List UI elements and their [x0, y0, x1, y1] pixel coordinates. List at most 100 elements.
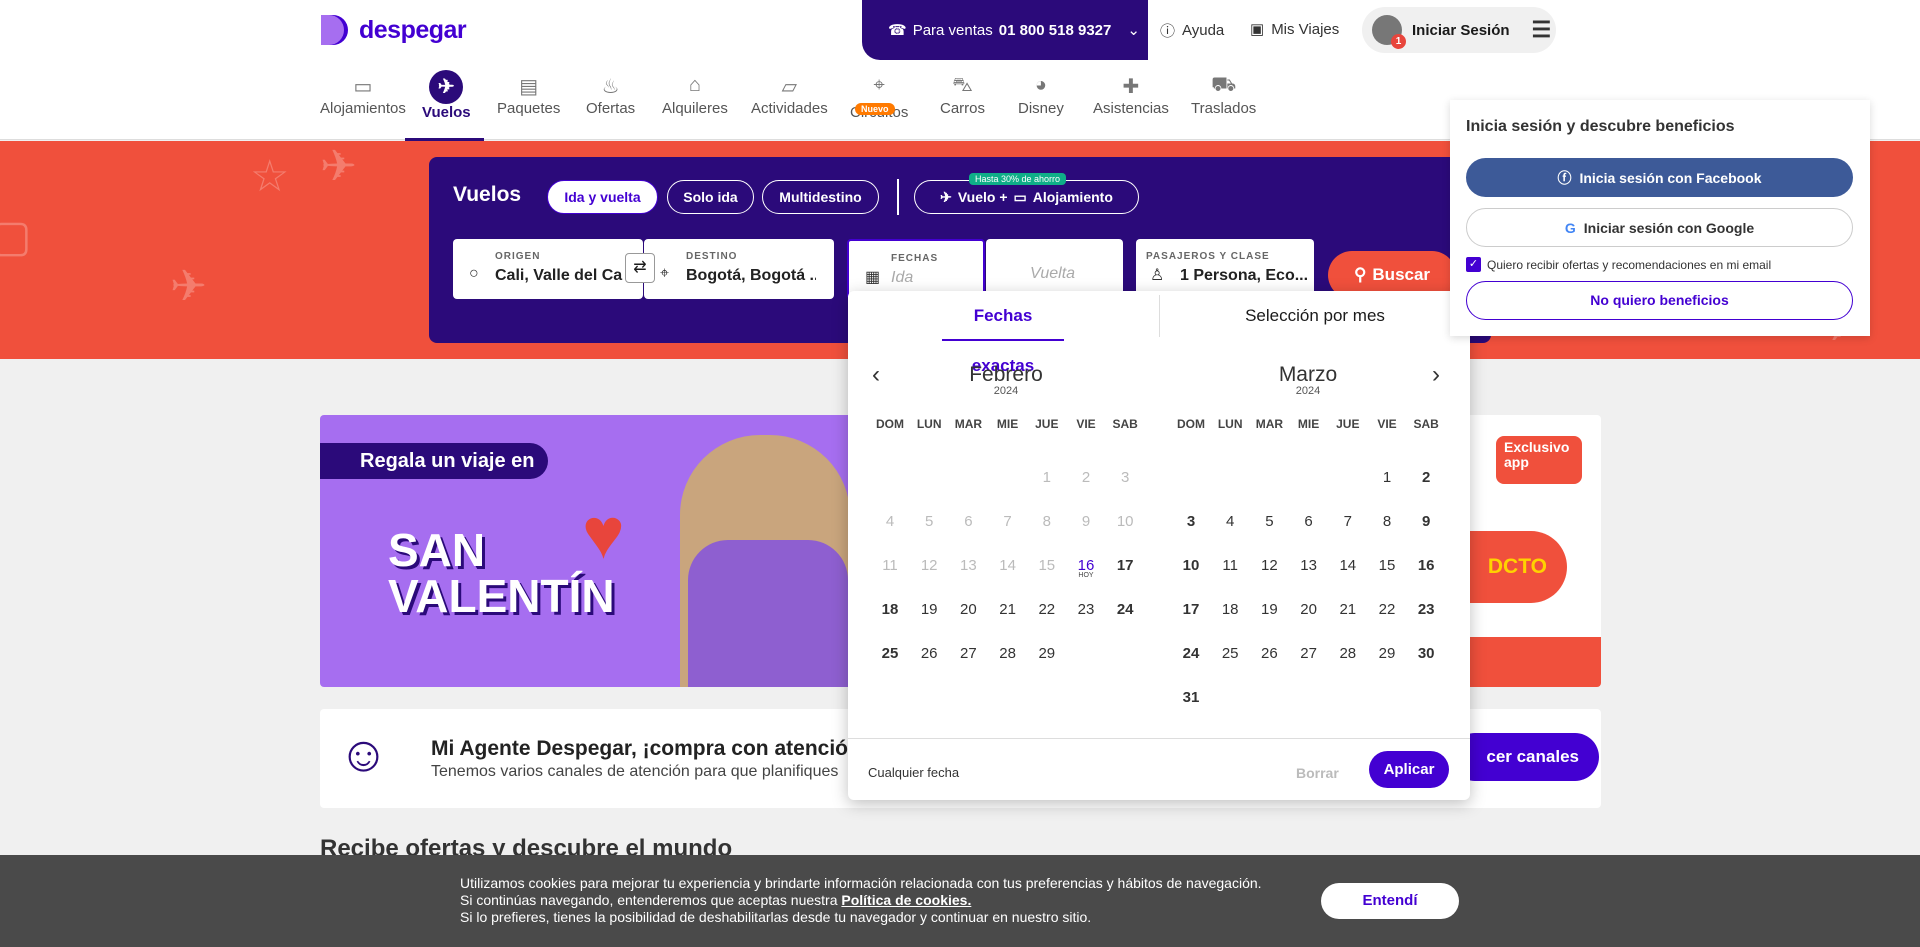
- calendar-day[interactable]: 4: [1210, 513, 1250, 530]
- calendar-day[interactable]: 9: [1406, 513, 1446, 530]
- channels-button[interactable]: cer canales: [1451, 733, 1599, 781]
- calendar-day[interactable]: 24: [1171, 645, 1211, 662]
- calendar-day[interactable]: 7: [1328, 513, 1368, 530]
- destination-field[interactable]: ⌖ DESTINO Bogotá, Bogotá ...: [644, 239, 834, 299]
- cookie-text: Utilizamos cookies para mejorar tu exper…: [460, 875, 1262, 926]
- clear-button[interactable]: Borrar: [1296, 765, 1339, 781]
- calendar-day[interactable]: 20: [948, 601, 988, 618]
- calendar-day[interactable]: 26: [1249, 645, 1289, 662]
- tab-month-selection[interactable]: Selección por mes: [1160, 291, 1470, 341]
- nav-label: Alquileres: [662, 100, 728, 117]
- any-date-option[interactable]: Cualquier fecha: [868, 765, 959, 780]
- trip-multidest-button[interactable]: Multidestino: [762, 180, 879, 214]
- calendar-day[interactable]: 26: [909, 645, 949, 662]
- calendar-day[interactable]: 17: [1171, 601, 1211, 618]
- facebook-login-button[interactable]: ⓕ Inicia sesión con Facebook: [1466, 158, 1853, 197]
- divider: [897, 179, 899, 215]
- calendar-day[interactable]: 15: [1367, 557, 1407, 574]
- calendar-day[interactable]: 3: [1171, 513, 1211, 530]
- calendar-day[interactable]: 23: [1066, 601, 1106, 618]
- calendar-day[interactable]: 22: [1367, 601, 1407, 618]
- calendar-day[interactable]: 16 HOY: [1066, 557, 1106, 579]
- calendar-day[interactable]: 28: [988, 645, 1028, 662]
- calendar-day[interactable]: 21: [988, 601, 1028, 618]
- valentine-banner[interactable]: Regala un viaje en SAN VALENTÍN ♥: [320, 415, 850, 687]
- calendar-day[interactable]: 16: [1406, 557, 1446, 574]
- calendar-day[interactable]: 29: [1367, 645, 1407, 662]
- nav-vuelos[interactable]: ✈ Vuelos: [422, 70, 471, 121]
- return-date-field[interactable]: Vuelta: [986, 239, 1123, 299]
- calendar-day[interactable]: 14: [1328, 557, 1368, 574]
- passengers-field[interactable]: ♙ PASAJEROS Y CLASE 1 Persona, Eco...: [1136, 239, 1314, 299]
- calendar-day[interactable]: 12: [1249, 557, 1289, 574]
- swap-icon: ⇄: [633, 259, 647, 276]
- trip-roundtrip-button[interactable]: Ida y vuelta: [547, 180, 658, 214]
- my-trips-link[interactable]: ▣ Mis Viajes: [1250, 20, 1340, 39]
- calendar-day[interactable]: 6: [1289, 513, 1329, 530]
- calendar-day[interactable]: 8: [1367, 513, 1407, 530]
- facebook-icon: ⓕ: [1557, 169, 1572, 186]
- calendar-day[interactable]: 19: [1249, 601, 1289, 618]
- calendar-day[interactable]: 27: [948, 645, 988, 662]
- apply-button[interactable]: Aplicar: [1369, 751, 1449, 788]
- calendar-day[interactable]: 20: [1289, 601, 1329, 618]
- calendar-day[interactable]: 19: [909, 601, 949, 618]
- top-bar: despegar ☎ Para ventas 01 800 518 9327 ⌄…: [0, 0, 1920, 60]
- plane-icon: ✈: [429, 70, 464, 104]
- calendar-day[interactable]: 25: [1210, 645, 1250, 662]
- banner-headline: SAN VALENTÍN: [388, 527, 615, 619]
- calendar-day[interactable]: 10: [1171, 557, 1211, 574]
- month-header-right: Marzo 2024: [1158, 363, 1458, 397]
- calendar-day[interactable]: 18: [1210, 601, 1250, 618]
- tab-exact-dates[interactable]: Fechas exactas: [942, 291, 1064, 375]
- calendar-day[interactable]: 11: [1210, 557, 1250, 574]
- help-link[interactable]: ⓘ Ayuda: [1160, 20, 1224, 41]
- calendar-day[interactable]: 5: [1249, 513, 1289, 530]
- destination-label: DESTINO: [686, 251, 738, 262]
- google-login-button[interactable]: G Iniciar sesión con Google: [1466, 208, 1853, 247]
- my-trips-label: Mis Viajes: [1271, 20, 1340, 38]
- origin-field[interactable]: ○ ORIGEN Cali, Valle del Ca ...: [453, 239, 643, 299]
- offers-checkbox[interactable]: ✓ Quiero recibir ofertas y recomendacion…: [1466, 257, 1771, 272]
- nav-disney[interactable]: ◕ Disney: [1018, 74, 1064, 117]
- cookie-line2-text: Si continúas navegando, entenderemos que…: [460, 892, 838, 908]
- calendar-day[interactable]: 28: [1328, 645, 1368, 662]
- swap-button[interactable]: ⇄: [625, 253, 655, 283]
- app-promo-banner[interactable]: Exclusivo app DCTO: [1470, 415, 1601, 687]
- accept-cookies-button[interactable]: Entendí: [1321, 883, 1459, 919]
- departure-date-field[interactable]: ▦ FECHAS Ida: [847, 239, 985, 299]
- calendar-day[interactable]: 29: [1027, 645, 1067, 662]
- calendar-day[interactable]: 21: [1328, 601, 1368, 618]
- sales-phone-dropdown[interactable]: ☎ Para ventas 01 800 518 9327 ⌄: [862, 0, 1148, 60]
- nav-ofertas[interactable]: ♨ Ofertas: [586, 74, 635, 117]
- calendar-day[interactable]: 31: [1171, 689, 1211, 706]
- calendar-day[interactable]: 27: [1289, 645, 1329, 662]
- chevron-down-icon: ⌄: [1127, 22, 1140, 39]
- flight-hotel-combo-button[interactable]: ✈ Vuelo + ▭ Alojamiento: [914, 180, 1139, 214]
- login-button[interactable]: 1 Iniciar Sesión ☰: [1362, 7, 1556, 53]
- calendar-day[interactable]: 22: [1027, 601, 1067, 618]
- calendar-day[interactable]: 25: [870, 645, 910, 662]
- nav-asistencias[interactable]: ✚ Asistencias: [1093, 74, 1169, 117]
- nav-paquetes[interactable]: ▤ Paquetes: [497, 74, 560, 117]
- calendar-day: 14: [999, 557, 1016, 574]
- nav-label: Carros: [940, 100, 986, 117]
- nav-carros[interactable]: ⛍ Carros: [940, 74, 985, 117]
- calendar-day[interactable]: 2: [1406, 469, 1446, 486]
- calendar-day[interactable]: 24: [1105, 601, 1145, 618]
- calendar-day[interactable]: 17: [1105, 557, 1145, 574]
- nav-alquileres[interactable]: ⌂ Alquileres: [662, 74, 728, 117]
- calendar-day[interactable]: 18: [870, 601, 910, 618]
- despegar-logo[interactable]: despegar: [319, 13, 467, 47]
- cookie-policy-link[interactable]: Política de cookies.: [841, 892, 971, 908]
- nav-traslados[interactable]: ⛟ Traslados: [1191, 74, 1256, 117]
- no-benefits-button[interactable]: No quiero beneficios: [1466, 281, 1853, 320]
- nav-actividades[interactable]: ▱ Actividades: [751, 74, 828, 117]
- calendar-day[interactable]: 30: [1406, 645, 1446, 662]
- calendar-day[interactable]: 1: [1367, 469, 1407, 486]
- headset-icon: ☎: [888, 22, 907, 39]
- nav-alojamientos[interactable]: ▭ Alojamientos: [320, 74, 406, 117]
- calendar-day[interactable]: 13: [1289, 557, 1329, 574]
- calendar-day[interactable]: 23: [1406, 601, 1446, 618]
- trip-oneway-button[interactable]: Solo ida: [667, 180, 754, 214]
